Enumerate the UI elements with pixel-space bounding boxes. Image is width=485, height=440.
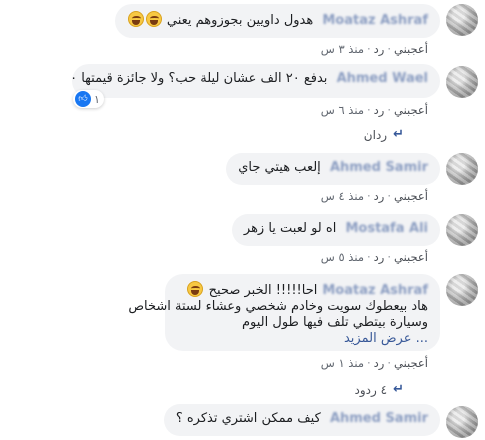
- comment-time[interactable]: منذ ٣ س: [321, 42, 364, 56]
- like-link[interactable]: أعجبني: [394, 356, 428, 370]
- comment-author[interactable]: Moataz Ashraf: [322, 13, 428, 28]
- avatar[interactable]: [446, 406, 478, 438]
- reaction-count[interactable]: 👍︎ ١: [73, 90, 104, 108]
- comment-bubble: Moataz Ashraf هدول داويين بجوزوهم يعني: [114, 4, 440, 38]
- reply-link[interactable]: رد: [374, 356, 385, 370]
- avatar[interactable]: [446, 214, 478, 246]
- replies-count[interactable]: ٤ ردود: [355, 383, 388, 397]
- comment-time[interactable]: منذ ٥ س: [321, 250, 364, 264]
- comment-bubble: Mostafa Ali اه لو لعبت يا زهر: [231, 214, 440, 246]
- comment-author[interactable]: Ahmed Samir: [330, 160, 428, 175]
- reply-link[interactable]: رد: [374, 189, 385, 203]
- comment-text: هدول داويين بجوزوهم يعني: [166, 13, 314, 28]
- reply-arrow-icon: ↵: [393, 382, 404, 397]
- view-replies-link[interactable]: ↵ ردان: [364, 127, 404, 142]
- like-link[interactable]: أعجبني: [394, 42, 428, 56]
- avatar[interactable]: [446, 153, 478, 185]
- comment-meta: أعجبني·رد·منذ ٦ س: [320, 103, 428, 117]
- like-icon: 👍︎: [75, 91, 91, 107]
- laughing-emoji-icon: [187, 281, 204, 297]
- comment-meta: أعجبني·رد·منذ ٥ س: [320, 250, 428, 264]
- comment-text: كيف ممكن اشتري تذكره ؟: [175, 411, 321, 426]
- comment-author[interactable]: Moataz Ashraf: [322, 283, 428, 298]
- reply-link[interactable]: رد: [374, 42, 385, 56]
- avatar[interactable]: [446, 274, 478, 306]
- comment-author[interactable]: Ahmed Samir: [330, 411, 428, 426]
- reaction-number: ١: [94, 92, 100, 106]
- comment-text: بدفع ٢٠ الف عشان ليلة حب؟ ولا جائزة قيمت…: [72, 71, 328, 86]
- like-link[interactable]: أعجبني: [394, 189, 428, 203]
- comment-text-line-1: احا!!!!! الخبر صحيح: [208, 283, 318, 298]
- comment-bubble: Ahmed Samir إلعب هيتي جاي: [226, 153, 440, 185]
- comment-bubble: Ahmed Wael بدفع ٢٠ الف عشان ليلة حب؟ ولا…: [72, 64, 440, 98]
- like-link[interactable]: أعجبني: [394, 103, 428, 117]
- comment-meta: أعجبني·رد·منذ ٤ س: [320, 189, 428, 203]
- comment-meta: أعجبني·رد·منذ ٣ س: [320, 42, 428, 56]
- comment-time[interactable]: منذ ١ س: [321, 356, 364, 370]
- reply-link[interactable]: رد: [374, 250, 385, 264]
- comment-text: إلعب هيتي جاي: [238, 160, 321, 175]
- reply-link[interactable]: رد: [374, 103, 385, 117]
- see-more-link[interactable]: ... عرض المزيد: [177, 331, 428, 347]
- comment-bubble: Ahmed Samir كيف ممكن اشتري تذكره ؟: [163, 404, 440, 436]
- like-link[interactable]: أعجبني: [394, 250, 428, 264]
- avatar[interactable]: [446, 4, 478, 36]
- comment-text-line-3: وسيارة بيتطي تلف فيها طول اليوم: [241, 315, 428, 330]
- laughing-emoji-icon: [145, 11, 162, 27]
- replies-count[interactable]: ردان: [364, 128, 387, 142]
- laughing-emoji-icon: [127, 11, 144, 27]
- view-replies-link[interactable]: ↵ ٤ ردود: [355, 382, 404, 397]
- comment-author[interactable]: Ahmed Wael: [337, 71, 428, 86]
- comment-text-line-2: هاد بيعطوك سويت وخادم شخصي وعشاء لستة اش…: [128, 299, 428, 314]
- comment-bubble: Moataz Ashraf احا!!!!! الخبر صحيح هاد بيع…: [128, 274, 440, 351]
- comment-text: اه لو لعبت يا زهر: [243, 221, 337, 236]
- comment-meta: أعجبني·رد·منذ ١ س: [320, 356, 428, 370]
- avatar[interactable]: [446, 66, 478, 98]
- reply-arrow-icon: ↵: [393, 127, 404, 142]
- comment-time[interactable]: منذ ٦ س: [321, 103, 364, 117]
- comment-time[interactable]: منذ ٤ س: [321, 189, 364, 203]
- comment-author[interactable]: Mostafa Ali: [345, 221, 428, 236]
